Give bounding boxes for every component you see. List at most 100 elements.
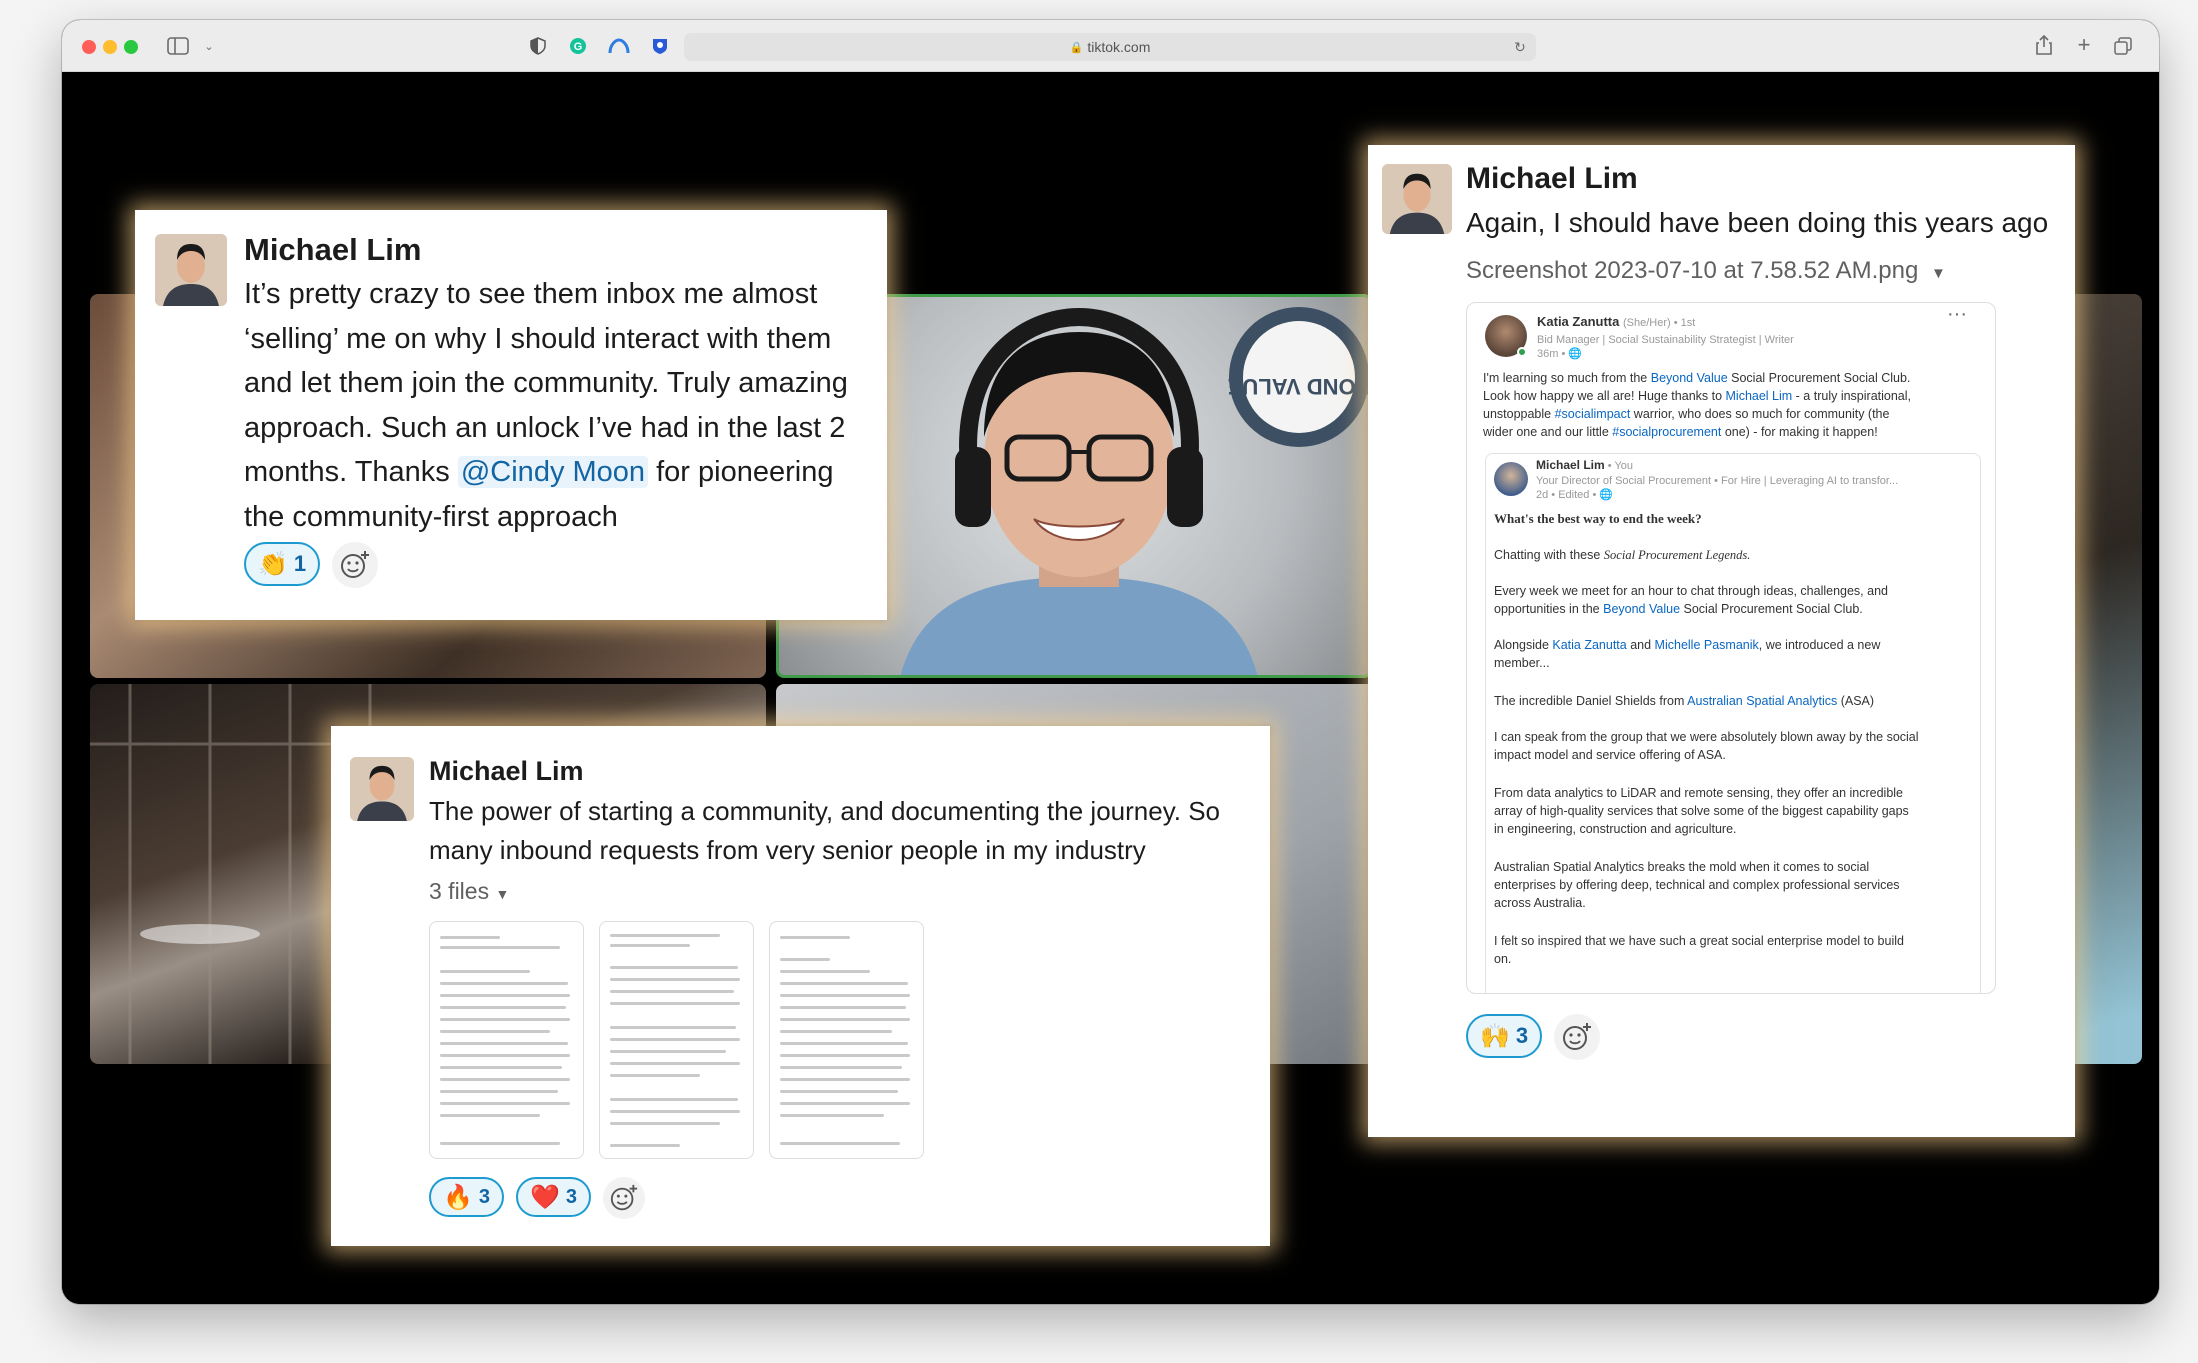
reaction-heart[interactable]: ❤️ 3	[516, 1177, 592, 1217]
new-tab-icon[interactable]: +	[2074, 32, 2094, 57]
sender-name[interactable]: Michael Lim	[1466, 162, 1638, 196]
file-thumbnail-3[interactable]	[769, 921, 924, 1159]
thumb-line	[440, 1142, 560, 1145]
thumb-line	[440, 1030, 550, 1033]
inner-link[interactable]: Katia Zanutta	[1552, 638, 1626, 652]
post-hashtag[interactable]: #socialprocurement	[1612, 425, 1721, 439]
inner-line: array of high-quality services that solv…	[1494, 804, 1909, 818]
browser-titlebar: ⌄ G 🔒 tiktok.com ↻ +	[62, 20, 2159, 72]
thumb-line	[610, 1050, 726, 1053]
avatar	[1382, 164, 1452, 234]
thumb-line	[610, 1144, 680, 1147]
post-link[interactable]: Michael Lim	[1726, 389, 1793, 403]
minimize-window-button[interactable]	[103, 40, 117, 54]
add-reaction-button[interactable]	[332, 542, 379, 588]
file-thumbnail-2[interactable]	[599, 921, 754, 1159]
thumb-line	[610, 978, 740, 981]
post-line: wider one and our little #socialprocurem…	[1483, 423, 1878, 441]
inner-line: in engineering, construction and agricul…	[1494, 822, 1737, 836]
extension-shield-icon[interactable]	[650, 36, 670, 56]
thumb-line	[780, 1054, 910, 1057]
inner-line: opportunities in the Beyond Value Social…	[1494, 600, 1863, 618]
inner-line: member...	[1494, 656, 1550, 670]
inner-text: (ASA)	[1837, 694, 1875, 708]
reaction-raised-hands[interactable]: 🙌 3	[1466, 1014, 1543, 1058]
file-thumbnail-1[interactable]	[429, 921, 584, 1159]
inner-line: Australian Spatial Analytics breaks the …	[1494, 860, 1870, 874]
add-emoji-icon	[341, 551, 370, 578]
post-text: wider one and our little	[1483, 425, 1613, 439]
share-icon[interactable]	[2034, 34, 2054, 56]
browser-window: ⌄ G 🔒 tiktok.com ↻ + YOND VALUE Michael …	[62, 20, 2159, 1304]
thumb-line	[440, 936, 500, 939]
inner-author-meta: • You	[1604, 460, 1634, 472]
avatar	[350, 757, 414, 821]
thumb-line	[440, 1114, 540, 1117]
sender-name[interactable]: Michael Lim	[244, 232, 421, 268]
inner-line: From data analytics to LiDAR and remote …	[1494, 786, 1904, 800]
reshared-post: Michael Lim • You Your Director of Socia…	[1485, 453, 1981, 993]
extension-arc-icon[interactable]	[608, 36, 630, 56]
sidebar-toggle-icon[interactable]	[166, 36, 190, 56]
screenshot-preview[interactable]: Katia Zanutta (She/Her) • 1st Bid Manage…	[1466, 302, 1996, 994]
thumb-line	[610, 1122, 720, 1125]
shield-icon[interactable]	[528, 36, 548, 56]
post-line: Look how happy we all are! Huge thanks t…	[1483, 387, 1911, 405]
thumb-line	[440, 970, 530, 973]
post-author-name: Katia Zanutta	[1537, 314, 1620, 329]
post-text: - a truly inspirational,	[1792, 389, 1912, 403]
post-hashtag[interactable]: #socialimpact	[1555, 407, 1631, 421]
thumb-line	[440, 1102, 570, 1105]
thumb-line	[440, 1078, 570, 1081]
inner-link[interactable]: Beyond Value	[1603, 602, 1680, 616]
caret-down-icon: ▼	[1931, 265, 1946, 282]
post-text: warrior, who does so much for community …	[1630, 407, 1890, 421]
message-text: It’s pretty crazy to see them inbox me a…	[244, 272, 870, 539]
thumb-line	[780, 1030, 892, 1033]
sender-name[interactable]: Michael Lim	[429, 756, 584, 787]
reaction-count: 1	[293, 551, 307, 576]
inner-link[interactable]: Australian Spatial Analytics	[1687, 694, 1837, 708]
post-text: Social Procurement Social Club.	[1727, 371, 1911, 385]
inner-line: I felt so inspired that we have such a g…	[1494, 934, 1904, 948]
tab-overview-icon[interactable]	[2112, 35, 2134, 57]
add-reaction-button[interactable]	[1554, 1014, 1601, 1060]
file-name-toggle[interactable]: Screenshot 2023-07-10 at 7.58.52 AM.png …	[1466, 257, 1946, 285]
close-window-button[interactable]	[82, 40, 96, 54]
add-reaction-button[interactable]	[603, 1177, 646, 1219]
address-bar[interactable]: 🔒 tiktok.com ↻	[684, 33, 1536, 61]
thumb-line	[440, 982, 568, 985]
reaction-clap[interactable]: 👏 1	[244, 542, 321, 586]
add-emoji-icon	[610, 1184, 638, 1211]
post-line: unstoppable #socialimpact warrior, who d…	[1483, 405, 1889, 423]
thumb-line	[610, 1038, 740, 1041]
files-count-label: 3 files	[429, 878, 490, 904]
reload-icon[interactable]: ↻	[1512, 38, 1528, 56]
inner-line: I can speak from the group that we were …	[1494, 730, 1919, 744]
thumb-line	[780, 1042, 908, 1045]
post-link[interactable]: Beyond Value	[1651, 371, 1728, 385]
thumb-line	[780, 1102, 910, 1105]
grammarly-icon[interactable]: G	[568, 36, 588, 56]
thumb-line	[780, 970, 870, 973]
more-options-icon[interactable]: ···	[1947, 304, 1967, 324]
video-call-content: YOND VALUE Michael Lim It’s pretty crazy…	[62, 72, 2159, 1304]
thumb-line	[610, 944, 690, 947]
thumb-line	[440, 1054, 570, 1057]
post-line: I'm learning so much from the Beyond Val…	[1483, 369, 1910, 387]
heart-emoji-icon: ❤️	[530, 1183, 560, 1211]
thumb-line	[780, 982, 908, 985]
thumb-line	[440, 1042, 568, 1045]
files-toggle[interactable]: 3 files ▼	[429, 878, 509, 905]
chevron-down-icon[interactable]: ⌄	[202, 38, 216, 54]
lock-icon: 🔒	[1069, 41, 1084, 54]
message-text: Again, I should have been doing this yea…	[1466, 207, 2049, 238]
address-bar-url: tiktok.com	[1087, 39, 1151, 55]
thumb-line	[610, 1002, 740, 1005]
reaction-fire[interactable]: 🔥 3	[429, 1177, 505, 1217]
user-mention[interactable]: @Cindy Moon	[457, 456, 649, 488]
inner-link[interactable]: Michelle Pasmanik	[1655, 638, 1759, 652]
zoom-window-button[interactable]	[124, 40, 138, 54]
inner-line: The incredible Daniel Shields from Austr…	[1494, 692, 1874, 710]
inner-text: opportunities in the	[1494, 602, 1604, 616]
